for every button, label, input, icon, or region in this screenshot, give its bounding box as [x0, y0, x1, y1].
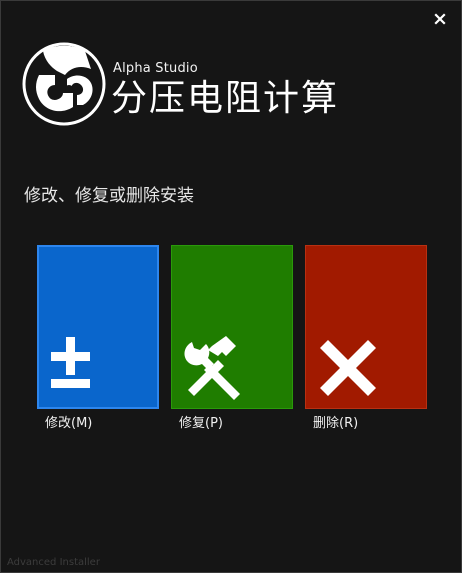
modify-button[interactable]	[37, 245, 159, 409]
close-icon	[434, 13, 446, 25]
hammer-wrench-icon	[184, 336, 240, 400]
modify-label: 修改(M)	[45, 416, 93, 431]
product-title: 分压电阻计算	[111, 78, 340, 119]
repair-label: 修复(P)	[179, 416, 223, 431]
brand-name: Alpha Studio	[113, 61, 198, 76]
footer-text: Advanced Installer	[7, 557, 100, 568]
remove-button[interactable]	[305, 245, 427, 409]
installer-window: Alpha Studio 分压电阻计算 修改、修复或删除安装 修改(M) 修复(…	[0, 0, 462, 573]
logo	[21, 41, 107, 127]
remove-label: 删除(R)	[313, 416, 359, 431]
close-button[interactable]	[433, 11, 447, 25]
alpha-studio-logo-icon	[22, 42, 106, 126]
repair-button[interactable]	[171, 245, 293, 409]
x-icon	[320, 340, 376, 396]
page-subtitle: 修改、修复或删除安装	[24, 186, 194, 206]
plus-minus-icon	[51, 337, 90, 388]
